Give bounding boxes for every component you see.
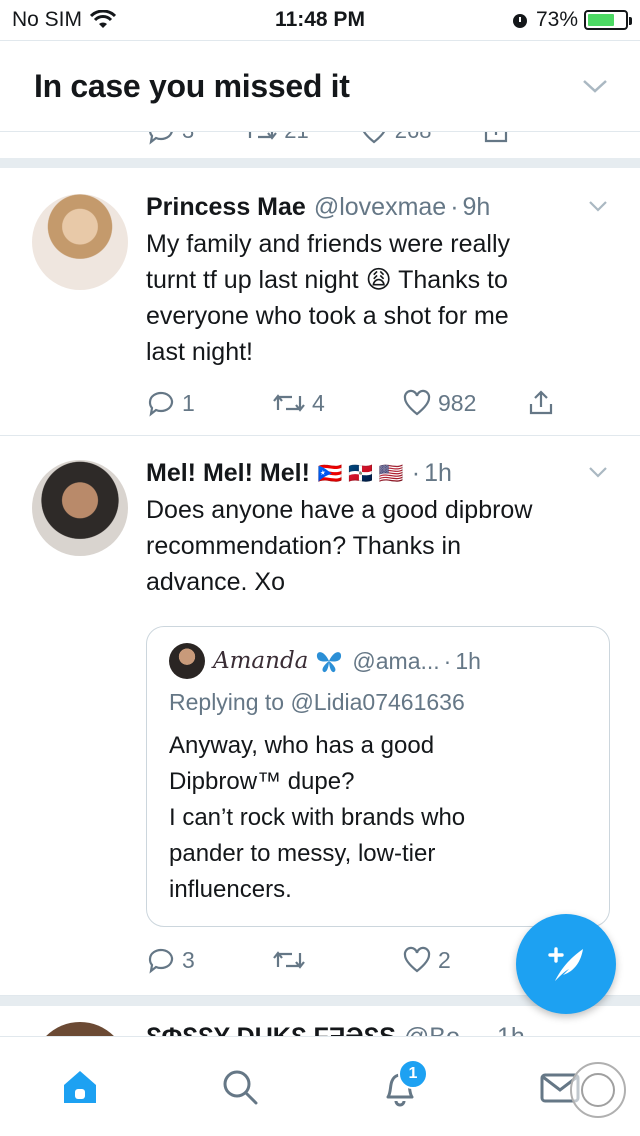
reply-count: 1 [182,389,195,416]
quoted-handle: @ama... [352,647,440,674]
quoted-text-line: influencers. [169,876,292,903]
page-title: In case you missed it [34,67,350,104]
separator-dot: · [411,458,421,487]
tweet-text-line: My family and friends were really [146,230,511,258]
notifications-badge: 1 [398,1058,428,1089]
retweet-button[interactable]: 21 [244,132,309,146]
retweet-button[interactable]: 4 [272,388,402,418]
tweet-text: Does anyone have a good dipbrow recommen… [146,492,610,600]
tweet-time: 9h [462,192,491,221]
avatar[interactable] [32,460,128,556]
quoted-text-line: I can’t rock with brands who [169,804,466,831]
avatar[interactable] [32,1022,128,1036]
reply-button[interactable]: 3 [146,132,194,146]
compose-feather-icon [548,947,583,981]
tweet-actions: 1 4 982 [146,388,610,418]
display-name[interactable]: Mel! Mel! Mel! [146,459,310,488]
tweet-text-line: advance. Xo [146,568,285,596]
timeline-header: In case you missed it [0,40,640,132]
display-name[interactable]: Princess Mae [146,193,306,222]
reply-icon [148,391,174,417]
flag-emojis: 🇵🇷 🇩🇴 🇺🇸 [317,462,404,485]
home-icon [64,1070,96,1103]
quoted-time: 1h [455,647,481,674]
user-handle: @lovexmae [313,192,447,221]
quoted-text-line: Dipbrow™ dupe? [169,768,355,795]
tweet-text-line: last night! [146,338,254,366]
chevron-down-icon[interactable] [582,78,608,94]
share-icon[interactable] [526,388,556,418]
tweet-header: Mel! Mel! Mel! 🇵🇷 🇩🇴 🇺🇸 · 1h [146,456,610,490]
status-bar: No SIM 11:48 PM 73% [0,0,640,40]
reply-icon [148,948,174,974]
tweet-text-line: Does anyone have a good dipbrow [146,496,533,524]
tab-notifications[interactable]: 1 [368,1055,432,1119]
tweet-time: 1h [424,458,452,487]
reply-count: 3 [182,946,195,973]
like-count: 2 [438,946,451,973]
search-icon [223,1070,258,1104]
heart-icon [403,946,431,973]
tweet-header: ƐΦƐƐY DUKƐ ƑƎƏƐS @Bo... · 1h [146,1020,610,1037]
status-right: 73% [510,8,632,32]
heart-icon [362,132,385,144]
assistive-touch-icon [581,1073,615,1107]
avatar [169,643,205,679]
retweet-button[interactable] [272,945,402,975]
like-button[interactable]: 2 [402,945,451,975]
heart-icon [403,389,431,416]
retweet-icon [273,394,305,412]
tweet-text: My family and friends were really turnt … [146,226,610,370]
assistive-touch-button[interactable] [570,1062,626,1118]
avatar[interactable] [32,194,128,290]
partial-tweet-actions: 3 21 268 [0,132,640,168]
status-left: No SIM [12,8,117,32]
chevron-down-icon[interactable] [586,460,610,484]
replying-to[interactable]: Replying to @Lidia07461636 [169,689,587,716]
like-count: 268 [395,132,432,144]
tweet-text-line: everyone who took a shot for me [146,302,509,330]
separator-dot: · [450,192,459,221]
tab-bar: 1 [0,1036,640,1136]
quoted-text: Anyway, who has a good Dipbrow™ dupe? I … [169,728,587,908]
reply-button[interactable]: 3 [146,945,272,975]
quoted-tweet[interactable]: Amanda @ama... · 1h Replying to @Lidia07… [146,626,610,927]
separator-dot: · [485,1023,493,1037]
retweet-icon [273,951,305,969]
like-button[interactable]: 268 [359,132,432,146]
reply-button[interactable]: 1 [146,388,272,418]
chevron-down-icon[interactable] [586,194,610,218]
user-handle: @Bo... [404,1023,481,1037]
tab-search[interactable] [208,1055,272,1119]
tweet-header: Princess Mae @lovexmae · 9h [146,190,610,224]
battery-icon [584,10,632,30]
quoted-display-name: Amanda [213,648,309,674]
tweet[interactable]: Princess Mae @lovexmae · 9h My family an… [0,168,640,436]
reply-icon [149,132,173,145]
separator-dot: · [443,647,452,674]
compose-tweet-button[interactable] [516,914,616,1014]
butterfly-icon [317,652,342,673]
battery-percent: 73% [535,8,578,31]
retweet-icon [249,132,278,140]
wifi-icon [90,10,117,28]
share-icon[interactable] [481,132,511,146]
battery-fill [588,14,615,26]
carrier-label: No SIM [12,8,83,31]
quoted-text-line: Anyway, who has a good [169,732,435,759]
tweet-text-line: recommendation? Thanks in [146,532,461,560]
tweet-time: 1h [497,1023,525,1037]
retweet-count: 21 [284,132,308,144]
quoted-tweet-header: Amanda @ama... · 1h [169,643,587,679]
alarm-icon [512,14,527,28]
quoted-text-line: pander to messy, low-tier [169,840,436,867]
reply-count: 3 [182,132,194,144]
tab-home[interactable] [48,1055,112,1119]
tweet-text-line: turnt tf up last night 😩 Thanks to [146,266,508,294]
like-count: 982 [438,389,477,416]
display-name[interactable]: ƐΦƐƐY DUKƐ ƑƎƏƐS [146,1023,396,1037]
retweet-count: 4 [312,389,325,416]
like-button[interactable]: 982 [402,388,526,418]
tweet[interactable]: Mel! Mel! Mel! 🇵🇷 🇩🇴 🇺🇸 · 1h Does anyone… [0,436,640,996]
